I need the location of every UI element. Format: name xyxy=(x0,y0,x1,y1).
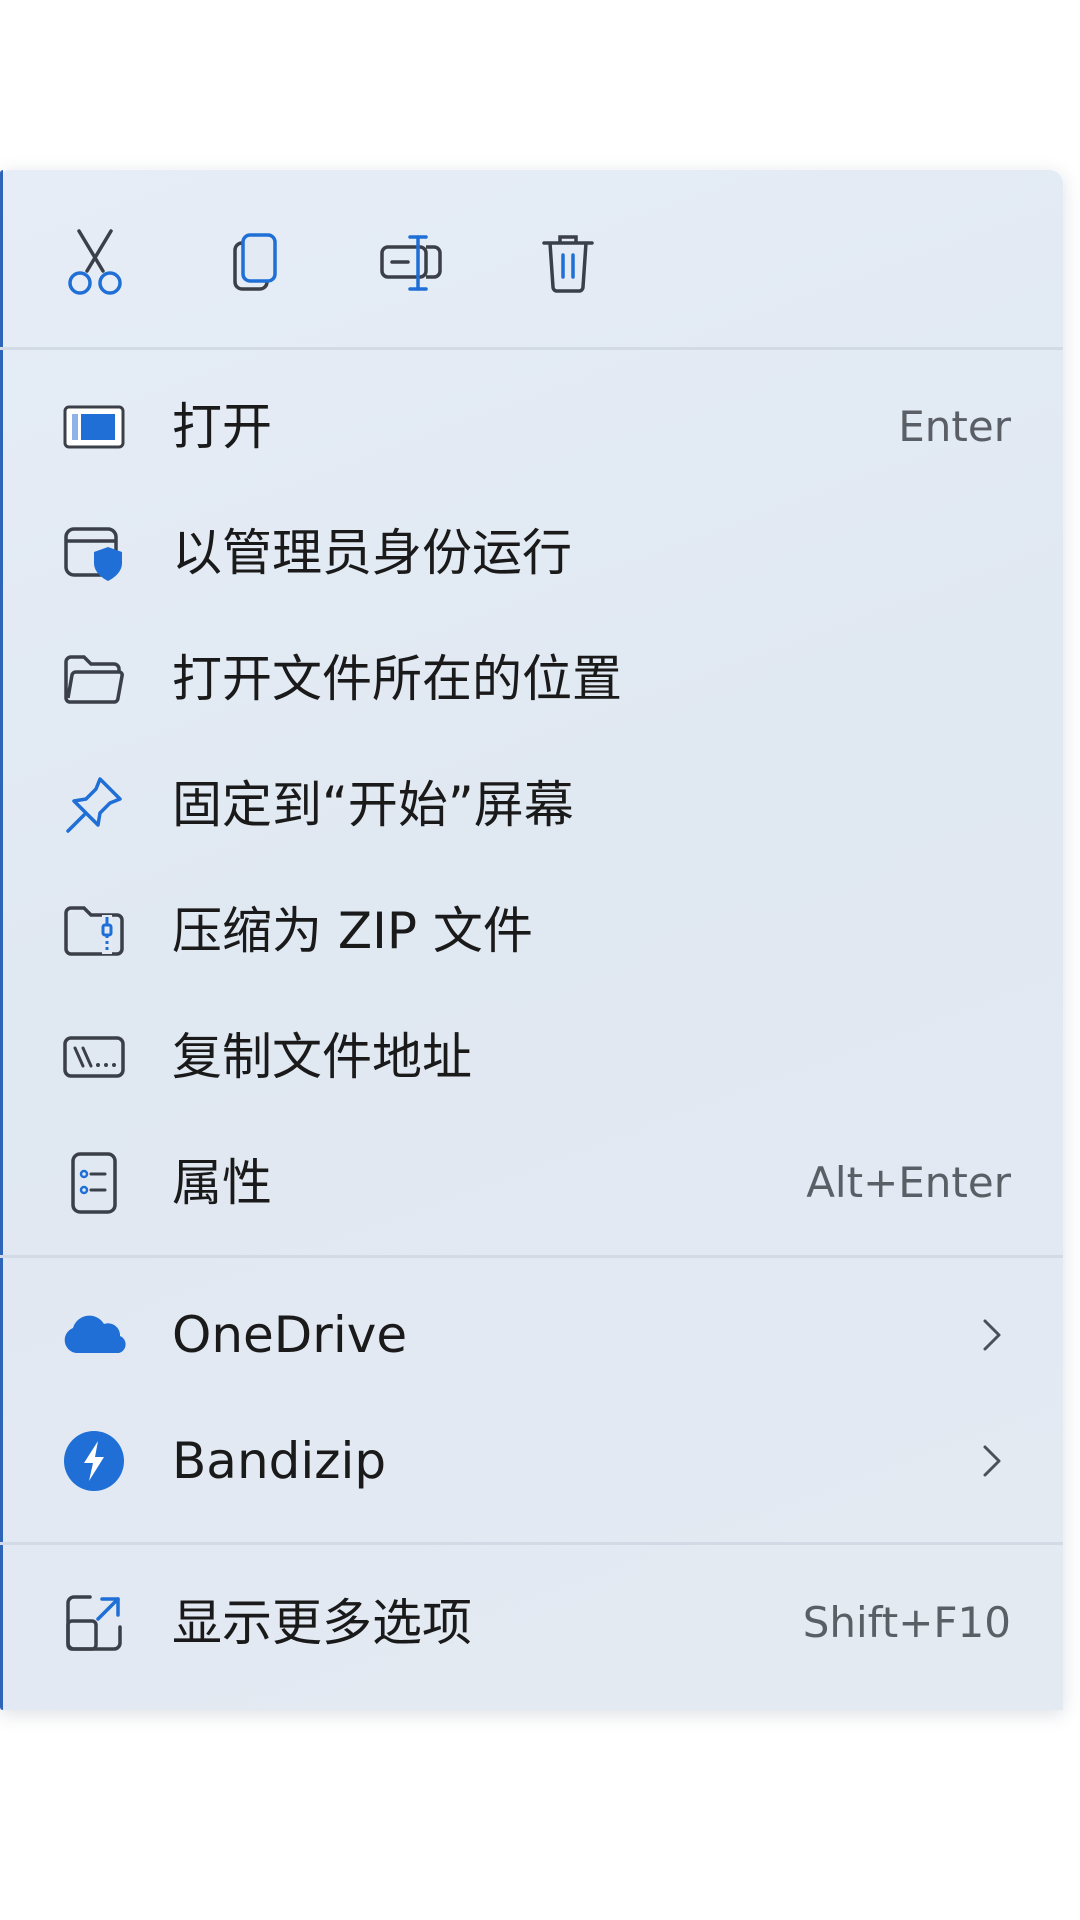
shortcut-text: Shift+F10 xyxy=(802,1598,1011,1647)
scissors-icon xyxy=(68,229,122,295)
rename-icon xyxy=(380,235,442,291)
menu-item-label: 压缩为 ZIP 文件 xyxy=(172,902,533,960)
window-icon xyxy=(58,391,130,463)
trash-icon xyxy=(542,235,594,293)
menu-item-open-file-location[interactable]: 打开文件所在的位置 xyxy=(0,616,1063,742)
menu-item-properties[interactable]: 属性 Alt+Enter xyxy=(0,1120,1063,1246)
copy-button[interactable] xyxy=(215,223,295,303)
shortcut-text: Alt+Enter xyxy=(806,1158,1011,1207)
folder-icon xyxy=(58,643,130,715)
menu-item-bandizip[interactable]: Bandizip xyxy=(0,1398,1063,1524)
bandizip-icon xyxy=(58,1425,130,1497)
chevron-right-icon xyxy=(983,1319,1001,1351)
menu-item-label: 打开文件所在的位置 xyxy=(172,650,622,708)
admin-shield-icon xyxy=(58,517,130,589)
menu-item-label: Bandizip xyxy=(172,1432,387,1490)
menu-item-label: OneDrive xyxy=(172,1306,408,1364)
toolbar-divider xyxy=(0,347,1063,350)
menu-item-label: 属性 xyxy=(172,1154,272,1212)
chevron-right-icon xyxy=(983,1445,1001,1477)
menu-item-label: 固定到“开始”屏幕 xyxy=(172,776,574,834)
menu-item-label: 复制文件地址 xyxy=(172,1028,472,1086)
menu-item-pin-to-start[interactable]: 固定到“开始”屏幕 xyxy=(0,742,1063,868)
zip-folder-icon xyxy=(58,895,130,967)
more-options-icon xyxy=(58,1587,130,1659)
shortcut-text: Enter xyxy=(898,402,1011,451)
menu-item-compress-zip[interactable]: 压缩为 ZIP 文件 xyxy=(0,868,1063,994)
onedrive-cloud-icon xyxy=(58,1299,130,1371)
cut-button[interactable] xyxy=(55,223,135,303)
properties-icon xyxy=(58,1147,130,1219)
path-icon xyxy=(58,1021,130,1093)
menu-item-run-as-admin[interactable]: 以管理员身份运行 xyxy=(0,490,1063,616)
section-divider xyxy=(0,1542,1063,1545)
menu-item-copy-path[interactable]: 复制文件地址 xyxy=(0,994,1063,1120)
delete-button[interactable] xyxy=(528,223,608,303)
menu-item-show-more-options[interactable]: 显示更多选项 Shift+F10 xyxy=(0,1560,1063,1686)
menu-item-onedrive[interactable]: OneDrive xyxy=(0,1272,1063,1398)
context-menu: 打开 Enter 以管理员身份运行 打开文件所在的位置 固定到“开始”屏幕 压缩… xyxy=(0,170,1063,1710)
rename-button[interactable] xyxy=(372,223,452,303)
menu-item-open[interactable]: 打开 Enter xyxy=(0,364,1063,490)
menu-item-label: 打开 xyxy=(172,398,272,456)
copy-icon xyxy=(233,233,277,291)
section-divider xyxy=(0,1255,1063,1258)
quick-action-toolbar xyxy=(0,170,1063,347)
menu-item-label: 显示更多选项 xyxy=(172,1594,472,1652)
menu-item-label: 以管理员身份运行 xyxy=(172,524,572,582)
pin-icon xyxy=(58,769,130,841)
